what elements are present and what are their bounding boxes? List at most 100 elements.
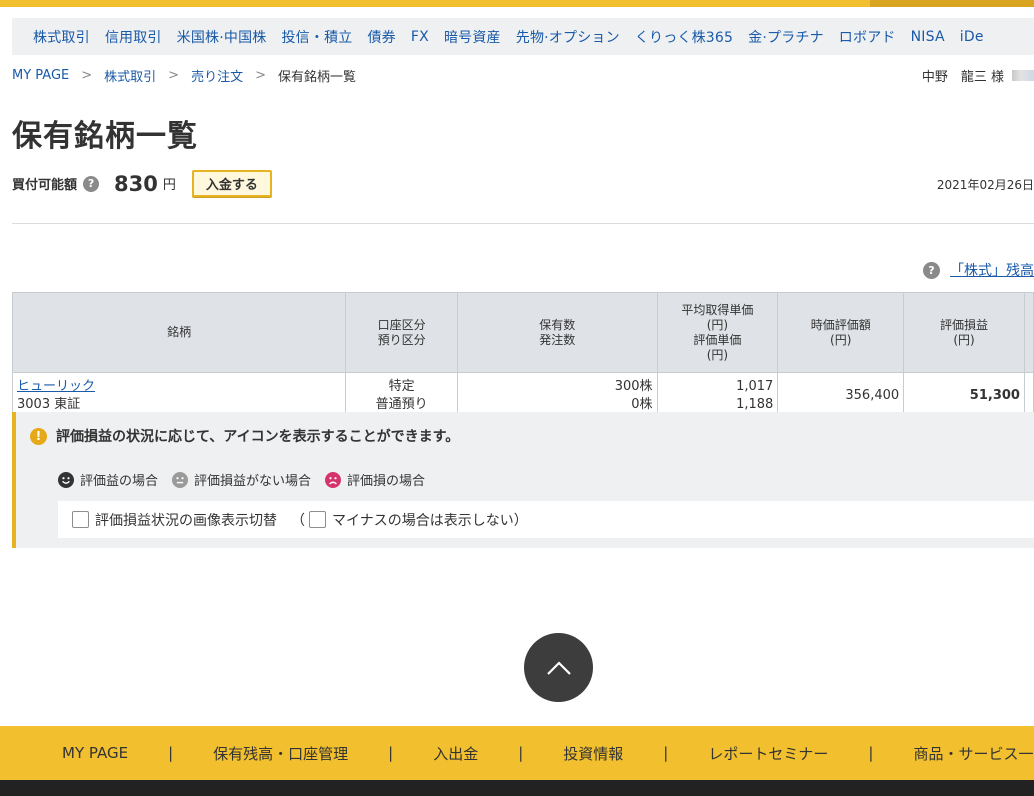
global-nav-item[interactable]: NISA <box>911 29 945 45</box>
pl-image-toggle-label[interactable]: 評価損益状況の画像表示切替 <box>95 510 277 530</box>
breadcrumb-link-mypage[interactable]: MY PAGE <box>12 68 69 83</box>
pl-image-toggle-row: 評価損益状況の画像表示切替 （ マイナスの場合は表示しない） <box>58 501 1034 538</box>
column-header-line: 平均取得単価 <box>681 302 754 317</box>
column-header-price: 平均取得単価 (円) 評価単価 (円) <box>656 292 779 373</box>
column-header-line: 保有数 <box>539 317 576 332</box>
global-nav-item[interactable]: iDe <box>960 29 984 45</box>
global-nav-item[interactable]: 米国株·中国株 <box>177 27 267 47</box>
market-value: 356,400 <box>845 387 900 403</box>
global-nav-item[interactable]: ロボアド <box>839 27 896 47</box>
back-to-top-button[interactable] <box>524 633 593 702</box>
info-circle-icon: ! <box>30 427 47 445</box>
user-name: 中野 龍三 様 <box>921 70 1004 85</box>
user-info: 中野 龍三 様 <box>922 66 1034 85</box>
as-of-date: 2021年02月26日 <box>936 178 1034 192</box>
global-nav-item[interactable]: 株式取引 <box>33 27 90 47</box>
holding-quantity: 300株 <box>614 378 653 394</box>
order-quantity: 0株 <box>631 396 653 412</box>
breadcrumb: MY PAGE > 株式取引 > 売り注文 > 保有銘柄一覧 <box>12 66 356 85</box>
hide-minus-label[interactable]: マイナスの場合は表示しない） <box>332 510 528 530</box>
question-circle-icon: ? <box>923 261 940 279</box>
stock-name-link[interactable]: ヒューリック <box>17 378 341 396</box>
breadcrumb-separator: > <box>255 68 266 83</box>
footer-nav-item[interactable]: 保有残高・口座管理 <box>213 743 348 764</box>
footer-nav-separator: | <box>388 744 394 762</box>
footer-nav: MY PAGE | 保有残高・口座管理 | 入出金 | 投資情報 | レポートセ… <box>0 726 1034 780</box>
info-heading: 評価損益の状況に応じて、アイコンを表示することができます。 <box>56 429 460 445</box>
info-heading-row: ! 評価損益の状況に応じて、アイコンを表示することができます。 <box>30 426 459 446</box>
eval-price: 1,188 <box>736 396 774 412</box>
column-header-line: 預り区分 <box>377 332 426 347</box>
column-header-line: (円) <box>953 332 975 347</box>
pl-icon-legend: 評価益の場合 評価損益がない場合 評価損の場合 <box>58 470 439 489</box>
divider <box>12 223 1034 224</box>
account-type: 特定 <box>388 378 415 394</box>
column-header-quantity: 保有数 発注数 <box>456 292 658 373</box>
neutral-face-icon <box>172 471 189 488</box>
buying-power-unit: 円 <box>162 178 176 193</box>
buying-power-amount: 830 <box>114 171 158 196</box>
legend-item-even: 評価損益がない場合 <box>172 470 311 489</box>
buying-power-label: 買付可能額 <box>12 178 78 193</box>
footer-nav-item[interactable]: 投資情報 <box>563 743 623 764</box>
footer-nav-separator: | <box>518 744 524 762</box>
paren-open: （ <box>291 512 305 529</box>
legend-label-profit: 評価益の場合 <box>80 474 159 489</box>
global-nav-item[interactable]: 暗号資産 <box>444 27 501 47</box>
table-header-row: 銘柄 口座区分 預り区分 保有数 発注数 平均取得単価 (円) 評価単価 (円)… <box>11 292 1034 373</box>
breadcrumb-link-sell-order[interactable]: 売り注文 <box>191 66 243 85</box>
legend-label-loss: 評価損の場合 <box>347 474 426 489</box>
column-header-line: (円) <box>706 347 729 362</box>
breadcrumb-separator: > <box>81 68 93 83</box>
column-header-line: 口座区分 <box>377 317 426 332</box>
sad-face-icon <box>325 471 342 488</box>
footer-nav-item[interactable]: 商品・サービス一 <box>913 743 1033 764</box>
holdings-table: 銘柄 口座区分 預り区分 保有数 発注数 平均取得単価 (円) 評価単価 (円)… <box>11 292 1034 419</box>
footer-nav-item[interactable]: レポートセミナー <box>708 743 828 764</box>
global-nav-item[interactable]: 先物·オプション <box>516 27 620 47</box>
column-header-account: 口座区分 預り区分 <box>345 292 458 373</box>
page-title: 保有銘柄一覧 <box>12 119 198 154</box>
buying-power: 買付可能額 ? 830 円 入金する <box>12 170 272 197</box>
footer-nav-separator: | <box>168 744 174 762</box>
global-nav-item[interactable]: 信用取引 <box>105 27 162 47</box>
column-header-line: (円) <box>706 317 729 332</box>
question-circle-icon[interactable]: ? <box>83 175 100 192</box>
column-header-line: 銘柄 <box>167 325 192 339</box>
breadcrumb-current: 保有銘柄一覧 <box>278 70 357 85</box>
legend-item-loss: 評価損の場合 <box>325 470 425 489</box>
column-header-line: 発注数 <box>539 332 576 347</box>
footer-bottom-bar <box>0 780 1034 796</box>
column-header-pl: 評価損益 (円) <box>903 292 1025 373</box>
hide-minus-checkbox[interactable] <box>309 511 326 528</box>
legend-item-profit: 評価益の場合 <box>58 470 158 489</box>
pl-icon-info-panel: ! 評価損益の状況に応じて、アイコンを表示することができます。 評価益の場合 評… <box>12 412 1034 548</box>
column-header-line: 時価評価額 <box>810 317 871 332</box>
global-nav-item[interactable]: 債券 <box>367 27 395 47</box>
stock-code-market: 3003 東証 <box>17 396 81 412</box>
deposit-button[interactable]: 入金する <box>191 170 272 197</box>
global-nav-item[interactable]: くりっく株365 <box>635 27 733 47</box>
global-nav-item[interactable]: 金·プラチナ <box>748 27 824 47</box>
column-header-extra <box>1023 292 1034 373</box>
smile-face-icon <box>58 471 74 488</box>
column-header-stock: 銘柄 <box>11 292 347 373</box>
column-header-line: 評価単価 <box>693 332 742 347</box>
stock-balance-help: ? 「株式」残高 <box>917 260 1034 280</box>
breadcrumb-separator: > <box>168 68 180 83</box>
chevron-up-icon <box>546 660 571 675</box>
top-accent-bar-dark <box>870 0 1034 7</box>
breadcrumb-link-stock-trading[interactable]: 株式取引 <box>104 66 156 85</box>
footer-nav-separator: | <box>868 744 874 762</box>
top-accent-bar <box>0 0 1034 7</box>
global-nav-item[interactable]: FX <box>411 29 429 45</box>
global-nav-item[interactable]: 投信・積立 <box>281 27 352 47</box>
redacted-account-number <box>1012 70 1034 81</box>
footer-nav-item[interactable]: MY PAGE <box>62 744 128 762</box>
column-header-market-value: 時価評価額 (円) <box>777 292 905 373</box>
profit-loss: 51,300 <box>969 387 1020 403</box>
column-header-line: 評価損益 <box>940 317 989 332</box>
pl-image-toggle-checkbox[interactable] <box>72 511 89 528</box>
footer-nav-item[interactable]: 入出金 <box>433 743 478 764</box>
stock-balance-help-link[interactable]: 「株式」残高 <box>950 260 1034 280</box>
